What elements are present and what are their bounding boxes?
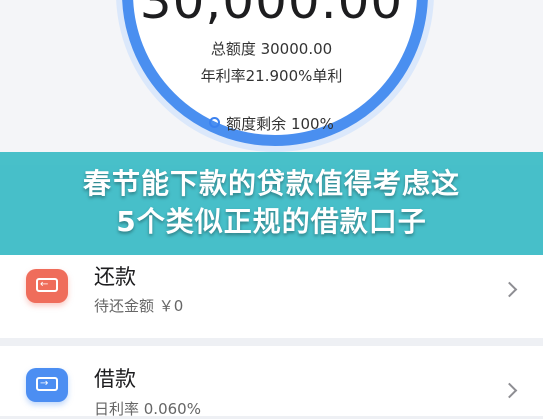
remaining-limit-text: 额度剩余 100% xyxy=(226,115,334,133)
borrow-title: 借款 xyxy=(94,367,136,391)
repay-list-item[interactable]: ← 还款 待还金额 ￥0 xyxy=(0,255,543,338)
annual-rate-text: 年利率21.900%单利 xyxy=(200,67,343,85)
borrow-card-icon: → xyxy=(26,368,68,402)
repay-amount-text: 待还金额 ￥0 xyxy=(94,297,184,315)
remaining-dot-icon xyxy=(209,117,221,128)
credit-summary-card: 30,000.00 总额度 30000.00 年利率21.900%单利 额度剩余… xyxy=(0,0,543,165)
total-limit-text: 总额度 30000.00 xyxy=(210,40,333,58)
chevron-right-icon xyxy=(501,382,518,399)
remaining-limit: 额度剩余 100% xyxy=(0,113,543,134)
repay-title: 还款 xyxy=(94,265,136,289)
daily-rate-text: 日利率 0.060% xyxy=(94,400,201,418)
banner-title-line-1: 春节能下款的贷款值得考虑这 xyxy=(82,167,460,200)
repay-card-icon: ← xyxy=(26,269,68,303)
credit-amount: 30,000.00 xyxy=(139,0,404,30)
article-title-banner: 春节能下款的贷款值得考虑这 5个类似正规的借款口子 xyxy=(0,152,543,255)
banner-title-line-2: 5个类似正规的借款口子 xyxy=(116,205,427,238)
borrow-list-item[interactable]: → 借款 日利率 0.060% xyxy=(0,346,543,418)
chevron-right-icon xyxy=(501,281,518,298)
banner-title: 春节能下款的贷款值得考虑这 5个类似正规的借款口子 xyxy=(20,165,523,241)
